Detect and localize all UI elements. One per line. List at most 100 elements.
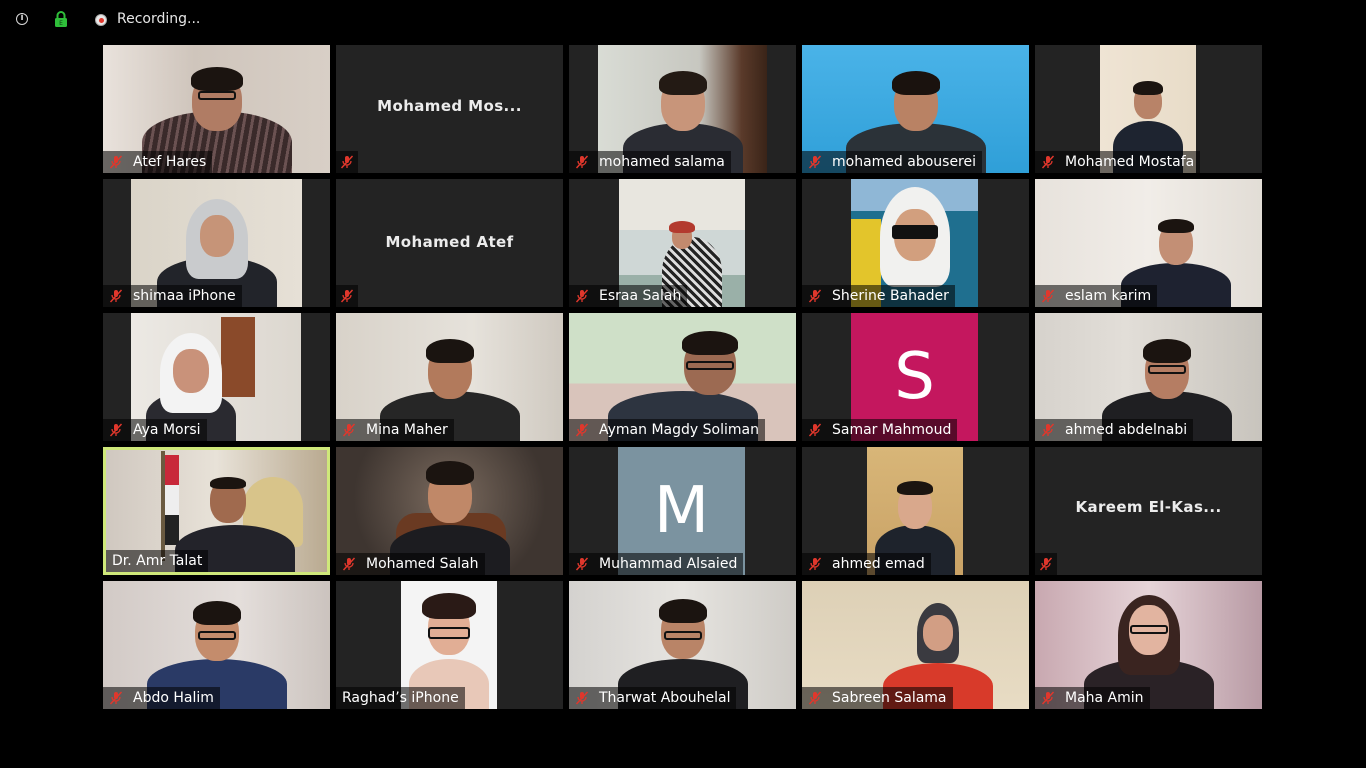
muted-mic-icon <box>1039 557 1053 571</box>
participant-tile[interactable]: M Muhammad Alsaied <box>569 447 796 575</box>
participant-name-label: Sherine Bahader <box>802 285 955 307</box>
participant-name: Atef Hares <box>133 154 207 170</box>
participant-display-name: Mohamed Atef <box>385 233 514 251</box>
participant-tile[interactable]: Abdo Halim <box>103 581 330 709</box>
muted-mic-icon <box>1041 289 1055 303</box>
participant-tile[interactable]: Mohamed Mos... <box>336 45 563 173</box>
participant-name: mohamed salama <box>599 154 725 170</box>
participant-name: Abdo Halim <box>133 690 214 706</box>
participant-name: Muhammad Alsaied <box>599 556 738 572</box>
participant-tile[interactable]: mohamed abouserei <box>802 45 1029 173</box>
participant-tile[interactable]: Tharwat Abouhelal <box>569 581 796 709</box>
participant-name-label <box>336 285 358 307</box>
participant-name: Aya Morsi <box>133 422 201 438</box>
muted-mic-icon <box>109 691 123 705</box>
participant-name: Samar Mahmoud <box>832 422 952 438</box>
participant-name-label: Dr. Amr Talat <box>106 550 209 572</box>
participant-name: Esraa Salah <box>599 288 682 304</box>
participant-tile[interactable]: Atef Hares <box>103 45 330 173</box>
participant-tile[interactable]: mohamed salama <box>569 45 796 173</box>
participant-name-label: Mina Maher <box>336 419 454 441</box>
participant-tile-active-speaker[interactable]: Dr. Amr Talat <box>103 447 330 575</box>
muted-mic-icon <box>575 557 589 571</box>
participant-name-label: Tharwat Abouhelal <box>569 687 737 709</box>
muted-mic-icon <box>342 557 356 571</box>
participant-name: Sabreen Salama <box>832 690 947 706</box>
muted-mic-icon <box>575 155 589 169</box>
participant-name-label: ahmed abdelnabi <box>1035 419 1194 441</box>
participant-name: Maha Amin <box>1065 690 1144 706</box>
participant-name: mohamed abouserei <box>832 154 977 170</box>
participant-name-label: Atef Hares <box>103 151 213 173</box>
recording-indicator-icon <box>95 14 107 26</box>
muted-mic-icon <box>1041 423 1055 437</box>
participant-name-label: Aya Morsi <box>103 419 207 441</box>
participant-name-label: Raghad’s iPhone <box>336 687 465 709</box>
muted-mic-icon <box>342 423 356 437</box>
muted-mic-icon <box>109 289 123 303</box>
muted-mic-icon <box>1041 155 1055 169</box>
muted-mic-icon <box>575 423 589 437</box>
participant-tile[interactable]: Mohamed Salah <box>336 447 563 575</box>
participant-tile[interactable]: shimaa iPhone <box>103 179 330 307</box>
participant-display-name: Kareem El-Kas... <box>1075 498 1222 516</box>
participant-name-label: Ayman Magdy Soliman <box>569 419 765 441</box>
muted-mic-icon <box>808 557 822 571</box>
participant-tile[interactable]: Sabreen Salama <box>802 581 1029 709</box>
participant-name: Mina Maher <box>366 422 448 438</box>
participant-name: ahmed abdelnabi <box>1065 422 1188 438</box>
participant-tile[interactable]: Ayman Magdy Soliman <box>569 313 796 441</box>
participant-name-label: Maha Amin <box>1035 687 1150 709</box>
participant-name-label: Muhammad Alsaied <box>569 553 744 575</box>
participant-name-label: Esraa Salah <box>569 285 688 307</box>
participant-name-label: Sabreen Salama <box>802 687 953 709</box>
participant-name: Raghad’s iPhone <box>342 690 459 706</box>
participant-name-label: ahmed emad <box>802 553 931 575</box>
participant-name: Tharwat Abouhelal <box>599 690 731 706</box>
participant-name: Mohamed Mostafa <box>1065 154 1195 170</box>
participant-tile[interactable]: Maha Amin <box>1035 581 1262 709</box>
participant-name-label: shimaa iPhone <box>103 285 242 307</box>
participant-tile[interactable]: S Samar Mahmoud <box>802 313 1029 441</box>
participant-tile[interactable]: Esraa Salah <box>569 179 796 307</box>
participant-name: Sherine Bahader <box>832 288 949 304</box>
muted-mic-icon <box>109 423 123 437</box>
muted-mic-icon <box>1041 691 1055 705</box>
participant-name-label <box>336 151 358 173</box>
participant-name-label <box>1035 553 1057 575</box>
participant-name-label: mohamed salama <box>569 151 731 173</box>
muted-mic-icon <box>575 289 589 303</box>
participant-tile[interactable]: Kareem El-Kas... <box>1035 447 1262 575</box>
muted-mic-icon <box>808 691 822 705</box>
participant-display-name: Mohamed Mos... <box>377 97 522 115</box>
muted-mic-icon <box>808 289 822 303</box>
muted-mic-icon <box>808 155 822 169</box>
participant-name-label: eslam karim <box>1035 285 1158 307</box>
recording-label: Recording... <box>117 11 201 27</box>
participant-tile[interactable]: Mohamed Atef <box>336 179 563 307</box>
participant-name: Dr. Amr Talat <box>112 553 203 569</box>
participant-name-label: Samar Mahmoud <box>802 419 958 441</box>
participant-name-label: Mohamed Mostafa <box>1035 151 1201 173</box>
info-icon[interactable]: i <box>16 13 28 25</box>
participant-tile[interactable]: ahmed abdelnabi <box>1035 313 1262 441</box>
muted-mic-icon <box>808 423 822 437</box>
participant-name: shimaa iPhone <box>133 288 236 304</box>
muted-mic-icon <box>340 289 354 303</box>
participant-name-label: Abdo Halim <box>103 687 220 709</box>
participant-name: ahmed emad <box>832 556 925 572</box>
participant-tile[interactable]: Sherine Bahader <box>802 179 1029 307</box>
participant-tile[interactable]: Mina Maher <box>336 313 563 441</box>
participant-tile[interactable]: Mohamed Mostafa <box>1035 45 1262 173</box>
participant-tile[interactable]: Aya Morsi <box>103 313 330 441</box>
muted-mic-icon <box>575 691 589 705</box>
participant-name: eslam karim <box>1065 288 1152 304</box>
participant-name: Mohamed Salah <box>366 556 479 572</box>
meeting-top-bar: i E Recording... <box>0 0 1366 40</box>
participant-tile[interactable]: Raghad’s iPhone <box>336 581 563 709</box>
participant-tile[interactable]: eslam karim <box>1035 179 1262 307</box>
participant-name: Ayman Magdy Soliman <box>599 422 759 438</box>
participant-tile[interactable]: ahmed emad <box>802 447 1029 575</box>
green-lock-icon[interactable]: E <box>54 11 68 27</box>
participant-name-label: mohamed abouserei <box>802 151 983 173</box>
